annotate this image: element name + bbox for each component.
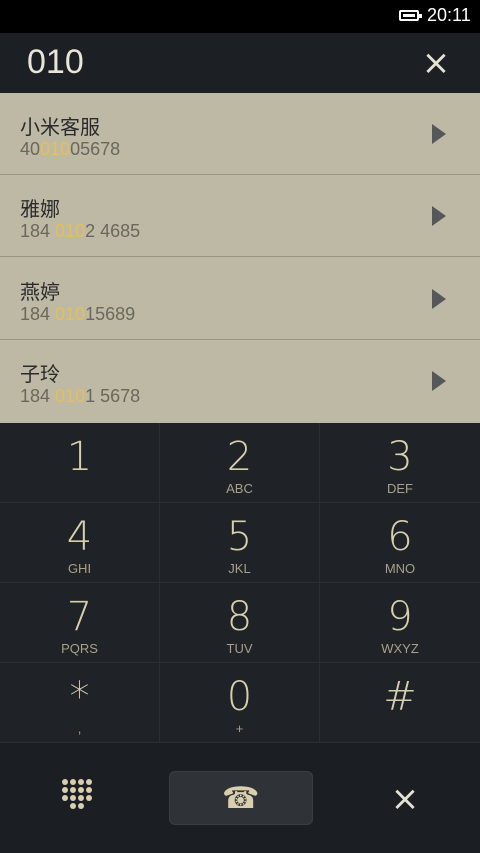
contact-number: 184 0102 4685	[20, 221, 141, 241]
key-digit: 3	[387, 434, 413, 480]
play-arrow-icon[interactable]	[432, 289, 446, 309]
key-digit: 7	[66, 594, 93, 640]
dial-keypad: 1 2 ABC 3 DEF 4 GHI 5 JKL 6 MNO 7 PQRS 8…	[0, 423, 480, 743]
key-star[interactable]: * ,	[0, 663, 160, 743]
key-digit: 8	[226, 594, 253, 640]
contact-item[interactable]: 小米客服 4001005678	[0, 93, 480, 175]
key-8[interactable]: 8 TUV	[160, 583, 320, 663]
play-arrow-icon[interactable]	[432, 371, 446, 391]
dialpad-icon[interactable]	[60, 779, 94, 813]
key-3[interactable]: 3 DEF	[320, 423, 480, 503]
key-digit: 4	[66, 514, 93, 560]
contact-name: 燕婷	[20, 280, 60, 304]
key-letters: +	[235, 721, 244, 736]
key-5[interactable]: 5 JKL	[160, 503, 320, 583]
contact-item[interactable]: 子玲 184 0101 5678	[0, 340, 480, 422]
key-2[interactable]: 2 ABC	[160, 423, 320, 503]
key-letters: PQRS	[61, 641, 98, 656]
key-letters: MNO	[384, 561, 416, 576]
status-bar: 20:11	[0, 0, 480, 33]
dial-input-bar: 010 ×	[0, 33, 480, 93]
contact-name: 雅娜	[20, 197, 60, 221]
key-1[interactable]: 1	[0, 423, 160, 503]
play-arrow-icon[interactable]	[432, 124, 446, 144]
key-9[interactable]: 9 WXYZ	[320, 583, 480, 663]
key-digit: #	[383, 674, 417, 720]
key-digit: 1	[66, 434, 93, 480]
key-digit: 5	[226, 514, 253, 560]
key-letters: ,	[77, 721, 82, 736]
key-digit: *	[69, 674, 90, 720]
contact-name: 子玲	[20, 362, 60, 386]
key-7[interactable]: 7 PQRS	[0, 583, 160, 663]
key-hash[interactable]: #	[320, 663, 480, 743]
contact-item[interactable]: 燕婷 184 01015689	[0, 258, 480, 340]
contact-name: 小米客服	[20, 115, 100, 139]
close-icon[interactable]: ×	[420, 46, 452, 80]
phone-icon: ☎	[222, 781, 260, 816]
key-digit: 9	[387, 594, 413, 640]
key-4[interactable]: 4 GHI	[0, 503, 160, 583]
key-letters: GHI	[67, 561, 92, 576]
contact-suggestions-list: 小米客服 4001005678 雅娜 184 0102 4685 燕婷 184 …	[0, 93, 480, 423]
key-letters: ABC	[226, 481, 253, 496]
key-digit: 2	[226, 434, 253, 480]
play-arrow-icon[interactable]	[432, 206, 446, 226]
key-letters: WXYZ	[381, 641, 419, 656]
contact-number: 184 0101 5678	[20, 386, 141, 406]
key-0[interactable]: 0 +	[160, 663, 320, 743]
contact-number: 184 01015689	[20, 304, 136, 324]
key-6[interactable]: 6 MNO	[320, 503, 480, 583]
dial-number-display[interactable]: 010	[27, 43, 84, 82]
key-digit: 0	[226, 674, 253, 720]
key-letters: TUV	[226, 641, 253, 656]
key-digit: 6	[387, 514, 413, 560]
contact-number: 4001005678	[20, 139, 121, 159]
battery-icon	[399, 10, 422, 21]
call-button[interactable]: ☎	[169, 771, 313, 825]
dialer-action-bar: ☎ ×	[0, 743, 480, 853]
key-letters: JKL	[228, 561, 251, 576]
key-letters: DEF	[387, 481, 413, 496]
close-icon[interactable]: ×	[385, 779, 425, 819]
contact-item[interactable]: 雅娜 184 0102 4685	[0, 175, 480, 257]
status-time: 20:11	[427, 5, 471, 25]
